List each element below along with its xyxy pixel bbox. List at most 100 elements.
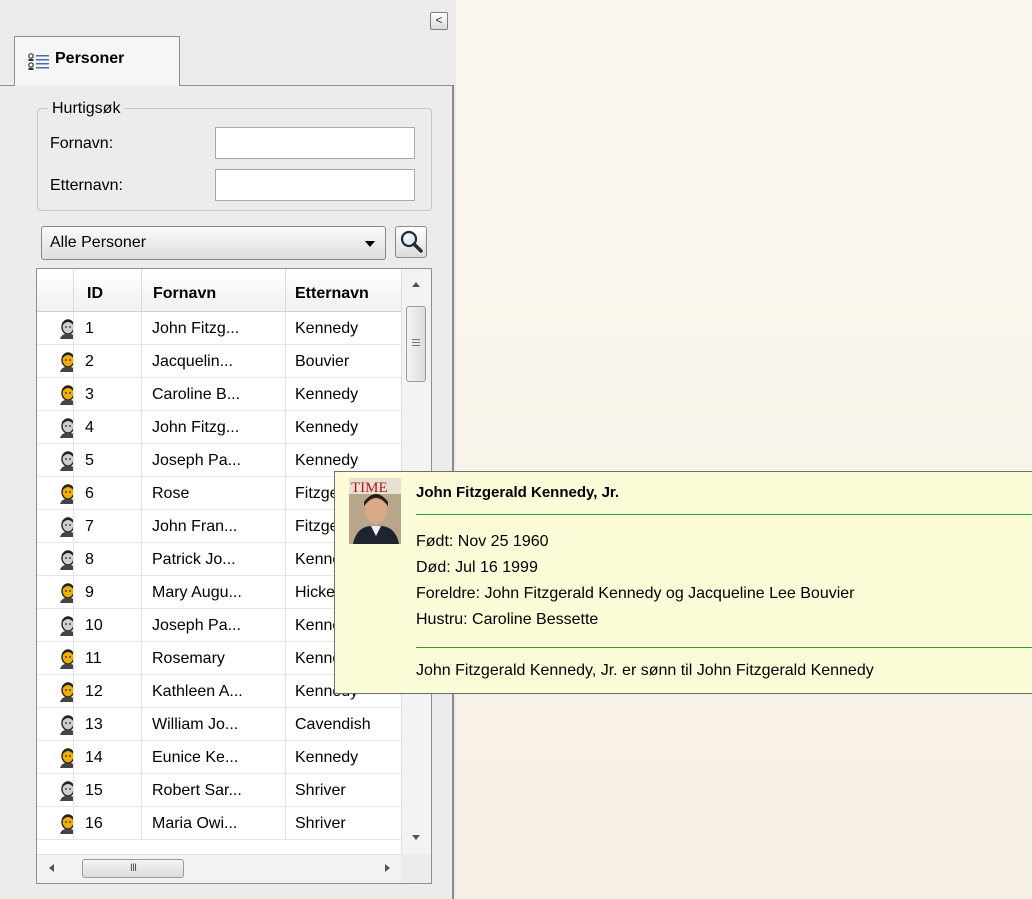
person-filter-value: Alle Personer <box>50 234 147 251</box>
person-male-icon <box>60 616 73 636</box>
workspace-background <box>456 0 1032 899</box>
column-grid-line <box>73 312 74 840</box>
first-name-cell: Mary Augu... <box>152 584 242 601</box>
person-cell <box>47 444 73 477</box>
first-name-cell: Rosemary <box>152 650 225 667</box>
tooltip-parents: Foreldre: John Fitzgerald Kennedy og Jac… <box>416 585 855 602</box>
grip-line <box>412 342 420 343</box>
last-name-input[interactable] <box>215 169 415 201</box>
table-row[interactable]: 2 Jacquelin... Bouvier <box>37 345 401 378</box>
tooltip-spouse: Hustru: Caroline Bessette <box>416 611 599 628</box>
column-grid-line <box>141 312 142 840</box>
horizontal-scrollbar[interactable]: III <box>37 854 401 883</box>
scroll-up-arrow-icon[interactable] <box>412 282 420 287</box>
id-cell: 1 <box>85 320 94 337</box>
last-name-cell: Kennedy <box>295 320 359 337</box>
person-cell <box>47 675 73 708</box>
column-header-fornavn[interactable]: Fornavn <box>153 269 216 311</box>
magazine-masthead: TIME <box>351 480 388 496</box>
person-male-icon <box>60 319 73 339</box>
first-name-cell: William Jo... <box>152 716 239 733</box>
portrait-photo: TIME <box>349 478 401 544</box>
collapse-panel-button[interactable]: < <box>430 12 448 30</box>
id-cell: 14 <box>85 749 103 766</box>
column-separator <box>73 269 74 311</box>
column-grid-line <box>285 312 286 840</box>
person-cell <box>47 543 73 576</box>
table-row[interactable]: 13 William Jo... Cavendish <box>37 708 401 741</box>
tab-divider <box>0 85 14 86</box>
last-name-label: Etternavn: <box>50 177 123 194</box>
table-row[interactable]: 1 John Fitzg... Kennedy <box>37 312 401 345</box>
id-cell: 15 <box>85 782 103 799</box>
first-name-cell: Jacquelin... <box>152 353 233 370</box>
first-name-cell: John Fitzg... <box>152 320 240 337</box>
tab-personer[interactable]: Personer <box>14 36 180 86</box>
first-name-input[interactable] <box>215 127 415 159</box>
last-name-cell: Shriver <box>295 815 346 832</box>
person-cell <box>47 642 73 675</box>
tooltip-born: Født: Nov 25 1960 <box>416 533 549 550</box>
quick-search-legend: Hurtigsøk <box>48 100 125 118</box>
column-separator <box>285 269 286 311</box>
vertical-scroll-thumb[interactable] <box>406 306 426 382</box>
person-cell <box>47 378 73 411</box>
person-female-icon <box>60 682 73 702</box>
column-header-etternavn[interactable]: Etternavn <box>295 269 369 311</box>
person-female-icon <box>60 814 73 834</box>
table-row[interactable]: 3 Caroline B... Kennedy <box>37 378 401 411</box>
last-name-cell: Shriver <box>295 782 346 799</box>
table-header: ID Fornavn Etternavn <box>37 269 401 312</box>
scroll-right-arrow-icon[interactable] <box>385 864 390 872</box>
table-row[interactable]: 15 Robert Sar... Shriver <box>37 774 401 807</box>
column-header-id[interactable]: ID <box>87 269 103 311</box>
first-name-cell: Caroline B... <box>152 386 241 403</box>
table-row[interactable]: 4 John Fitzg... Kennedy <box>37 411 401 444</box>
scroll-down-arrow-icon[interactable] <box>412 835 420 840</box>
person-male-icon <box>60 418 73 438</box>
person-male-icon <box>60 781 73 801</box>
first-name-cell: Robert Sar... <box>152 782 242 799</box>
id-cell: 11 <box>85 650 102 667</box>
person-cell <box>47 807 73 840</box>
tooltip-divider <box>416 514 1032 515</box>
tab-divider <box>178 85 453 86</box>
id-cell: 12 <box>85 683 103 700</box>
id-cell: 6 <box>85 485 94 502</box>
search-button[interactable] <box>395 226 427 258</box>
grip-line <box>412 339 420 340</box>
first-name-cell: Patrick Jo... <box>152 551 236 568</box>
table-row[interactable]: 14 Eunice Ke... Kennedy <box>37 741 401 774</box>
person-male-icon <box>60 715 73 735</box>
scroll-corner <box>401 854 431 883</box>
person-male-icon <box>60 517 73 537</box>
first-name-cell: Maria Owi... <box>152 815 238 832</box>
person-filter-select[interactable]: Alle Personer <box>41 226 386 260</box>
horizontal-scroll-thumb[interactable]: III <box>82 859 184 878</box>
person-cell <box>47 576 73 609</box>
first-name-cell: Joseph Pa... <box>152 617 241 634</box>
id-cell: 13 <box>85 716 103 733</box>
portrait-image: TIME <box>349 478 401 544</box>
id-cell: 4 <box>85 419 94 436</box>
column-separator <box>141 269 142 311</box>
last-name-cell: Kennedy <box>295 386 359 403</box>
person-cell <box>47 510 73 543</box>
id-cell: 7 <box>85 518 94 535</box>
person-cell <box>47 312 73 345</box>
scroll-left-arrow-icon[interactable] <box>49 864 54 872</box>
last-name-cell: Kennedy <box>295 749 359 766</box>
id-cell: 5 <box>85 452 94 469</box>
person-female-icon <box>60 748 73 768</box>
tooltip-title: John Fitzgerald Kennedy, Jr. <box>416 484 620 501</box>
id-cell: 3 <box>85 386 94 403</box>
person-cell <box>47 411 73 444</box>
tooltip-died: Død: Jul 16 1999 <box>416 559 538 576</box>
person-male-icon <box>60 451 73 471</box>
first-name-cell: John Fitzg... <box>152 419 240 436</box>
last-name-cell: Kennedy <box>295 419 359 436</box>
person-cell <box>47 345 73 378</box>
table-row[interactable]: 16 Maria Owi... Shriver <box>37 807 401 840</box>
person-female-icon <box>60 385 73 405</box>
first-name-cell: Eunice Ke... <box>152 749 239 766</box>
